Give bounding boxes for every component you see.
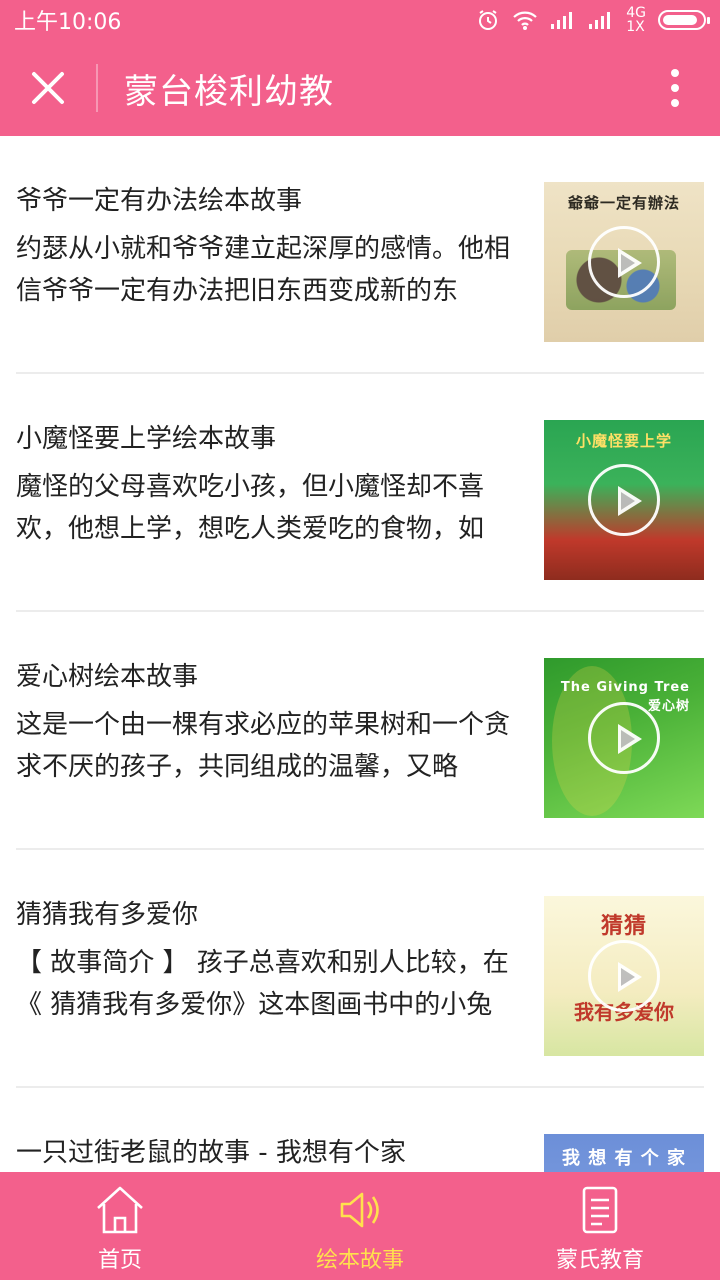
item-texts: 爷爷一定有办法绘本故事 约瑟从小就和爷爷建立起深厚的感情。他相信爷爷一定有办法把… — [16, 184, 524, 312]
play-icon[interactable] — [588, 226, 660, 298]
network-type: 4G 1X — [626, 6, 646, 34]
item-title: 一只过街老鼠的故事 - 我想有个家 — [16, 1138, 406, 1168]
item-title: 爷爷一定有办法绘本故事 — [16, 186, 303, 216]
cover-title: 爺爺一定有辦法 — [567, 194, 680, 212]
video-thumbnail[interactable]: The Giving Tree 爱心树 — [544, 658, 704, 818]
item-description: 【 故事简介 】 孩子总喜欢和别人比较，在《 猜猜我有多爱你》这本图画书中的小兔 — [16, 948, 509, 1020]
video-thumbnail[interactable]: 爺爺一定有辦法 — [544, 182, 704, 342]
wifi-icon — [513, 11, 537, 30]
cover-title: 我 想 有 个 家 — [561, 1148, 687, 1169]
page-title: 蒙台梭利幼教 — [124, 71, 334, 112]
item-description: 这是一个由一棵有求必应的苹果树和一个贪求不厌的孩子，共同组成的温馨，又略 — [16, 710, 511, 782]
network-label: 4G — [626, 5, 646, 21]
close-button[interactable] — [0, 40, 96, 136]
tab-home[interactable]: 首页 — [0, 1172, 240, 1280]
list-item[interactable]: 爱心树绘本故事 这是一个由一棵有求必应的苹果树和一个贪求不厌的孩子，共同组成的温… — [16, 612, 704, 850]
list-item[interactable]: 小魔怪要上学绘本故事 魔怪的父母喜欢吃小孩，但小魔怪却不喜欢，他想上学，想吃人类… — [16, 374, 704, 612]
speaker-icon — [340, 1192, 379, 1228]
video-thumbnail[interactable]: 猜猜 我有多爱你 — [544, 896, 704, 1056]
list-item[interactable]: 一只过街老鼠的故事 - 我想有个家 我 想 有 个 家 — [16, 1088, 704, 1172]
cover-title: 小魔怪要上学 — [575, 432, 672, 450]
signal-icon — [551, 12, 573, 29]
play-icon[interactable] — [588, 464, 660, 536]
alarm-icon — [479, 10, 498, 30]
signal-icon-secondary — [589, 12, 611, 29]
status-icons: 4G 1X — [476, 6, 710, 34]
app-bar: 蒙台梭利幼教 — [0, 40, 720, 136]
more-button[interactable] — [630, 40, 720, 136]
tab-label: 蒙氏教育 — [555, 1248, 644, 1273]
video-thumbnail[interactable]: 我 想 有 个 家 — [544, 1134, 704, 1172]
item-title: 小魔怪要上学绘本故事 — [16, 424, 277, 454]
list-item[interactable]: 猜猜我有多爱你 【 故事简介 】 孩子总喜欢和别人比较，在《 猜猜我有多爱你》这… — [16, 850, 704, 1088]
item-description: 约瑟从小就和爷爷建立起深厚的感情。他相信爷爷一定有办法把旧东西变成新的东 — [16, 234, 511, 306]
video-thumbnail[interactable]: 小魔怪要上学 — [544, 420, 704, 580]
cover-title: 猜猜 — [600, 914, 647, 939]
item-title: 猜猜我有多爱你 — [16, 900, 199, 930]
document-icon — [582, 1186, 618, 1234]
item-texts: 爱心树绘本故事 这是一个由一棵有求必应的苹果树和一个贪求不厌的孩子，共同组成的温… — [16, 660, 524, 788]
item-texts: 一只过街老鼠的故事 - 我想有个家 — [16, 1136, 524, 1172]
list-item[interactable]: 爷爷一定有办法绘本故事 约瑟从小就和爷爷建立起深厚的感情。他相信爷爷一定有办法把… — [16, 136, 704, 374]
battery-level — [663, 15, 697, 25]
item-texts: 小魔怪要上学绘本故事 魔怪的父母喜欢吃小孩，但小魔怪却不喜欢，他想上学，想吃人类… — [16, 422, 524, 550]
tab-label: 绘本故事 — [315, 1248, 404, 1273]
play-icon[interactable] — [588, 702, 660, 774]
status-time: 上午10:06 — [14, 10, 122, 35]
network-sub-label: 1X — [626, 19, 645, 35]
tab-picture-books[interactable]: 绘本故事 — [240, 1172, 480, 1280]
play-icon[interactable] — [588, 940, 660, 1012]
article-list[interactable]: 爷爷一定有办法绘本故事 约瑟从小就和爷爷建立起深厚的感情。他相信爷爷一定有办法把… — [0, 136, 720, 1172]
bottom-tab-bar: 首页 绘本故事 蒙氏教育 — [0, 1172, 720, 1280]
status-bar: 上午10:06 4G 1X — [0, 0, 720, 40]
item-title: 爱心树绘本故事 — [16, 662, 199, 692]
tab-montessori-education[interactable]: 蒙氏教育 — [480, 1172, 720, 1280]
more-vertical-icon — [671, 69, 679, 107]
item-texts: 猜猜我有多爱你 【 故事简介 】 孩子总喜欢和别人比较，在《 猜猜我有多爱你》这… — [16, 898, 524, 1026]
close-icon — [32, 72, 64, 104]
home-icon — [97, 1186, 143, 1234]
battery-icon — [658, 10, 710, 30]
tab-label: 首页 — [97, 1248, 142, 1273]
item-description: 魔怪的父母喜欢吃小孩，但小魔怪却不喜欢，他想上学，想吃人类爱吃的食物，如 — [16, 472, 485, 544]
